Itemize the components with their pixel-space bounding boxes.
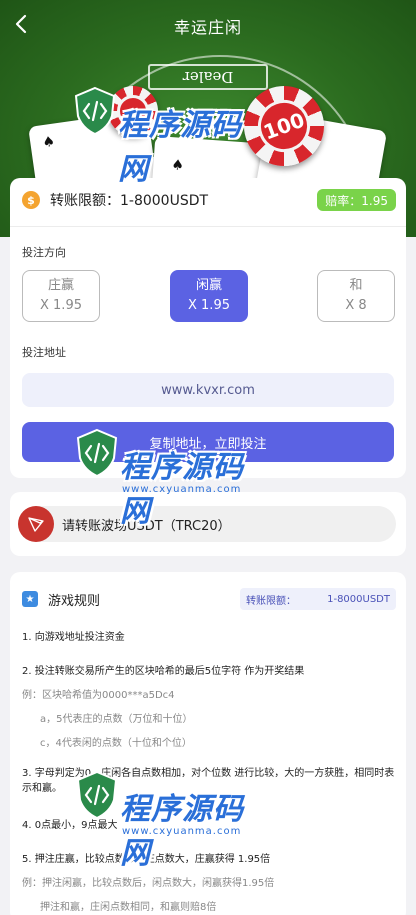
rule-line: 2. 投注转账交易所产生的区块哈希的最后5位字符 作为开奖结果 [22, 666, 305, 677]
rule-line: 4. 0点最小，9点最大 [22, 820, 118, 831]
bet-option-player[interactable]: 闲赢 X 1.95 [170, 270, 248, 322]
bet-option-odds: X 8 [345, 298, 367, 313]
rules-limit-value: 1-8000USDT [327, 593, 390, 605]
page-title: 幸运庄闲 [173, 18, 242, 37]
coin-icon: $ [22, 191, 40, 209]
bet-option-tie[interactable]: 和 X 8 [317, 270, 395, 322]
bet-direction-label: 投注方向 [22, 246, 66, 259]
rule-line: 1. 向游戏地址投注资金 [22, 632, 125, 643]
bet-option-odds: X 1.95 [40, 298, 82, 313]
divider [10, 226, 406, 227]
trc20-notice: 请转账波场USDT（TRC20） [18, 506, 396, 542]
bet-option-name: 和 [349, 278, 363, 293]
bet-option-banker[interactable]: 庄赢 X 1.95 [22, 270, 100, 322]
copy-address-button[interactable]: 复制地址，立即投注 [22, 422, 394, 462]
bet-address-label: 投注地址 [22, 346, 66, 359]
odds-badge: 赔率：1.95 [317, 189, 396, 211]
transfer-limit-row: $ 转账限额：1-8000USDT 赔率：1.95 [22, 188, 396, 212]
rule-line: c，4代表闲的点数（十位和个位） [40, 738, 192, 749]
rule-line: a，5代表庄的点数（万位和十位） [40, 714, 193, 725]
poker-chip-small [108, 86, 158, 136]
rule-line: 3. 字母判定为0，庄闲各自点数相加，对个位数 进行比较，大的一方获胜，相同时表… [22, 768, 395, 794]
rules-panel: ★ 游戏规则 转账限额： 1-8000USDT 1. 向游戏地址投注资金 2. … [10, 572, 406, 915]
transfer-limit-text: 转账限额：1-8000USDT [50, 193, 209, 209]
rule-line: 例：押注闲赢，比较点数后，闲点数大，闲赢获得1.95倍 [22, 878, 275, 889]
bet-panel: $ 转账限额：1-8000USDT 赔率：1.95 投注方向 庄赢 X 1.95… [10, 178, 406, 478]
rules-title: 游戏规则 [48, 593, 101, 609]
rules-header: ★ 游戏规则 转账限额： 1-8000USDT [22, 588, 396, 610]
poker-chip: 100 [244, 86, 324, 166]
bet-address-field[interactable]: www.kvxr.com [22, 373, 394, 407]
rule-line: 例：区块哈希值为0000***a5Dc4 [22, 690, 175, 701]
spade-icon: ♠ [170, 157, 185, 175]
top-bar: 幸运庄闲 [0, 0, 416, 52]
rules-icon: ★ [22, 591, 38, 607]
bet-option-name: 闲赢 [195, 278, 222, 293]
tron-icon [18, 506, 54, 542]
chip-value: 100 [250, 92, 318, 160]
rules-limit-badge: 转账限额： 1-8000USDT [240, 588, 396, 610]
bet-option-name: 庄赢 [47, 278, 74, 293]
dealer-label: Dealer [148, 64, 268, 90]
trc20-panel: 请转账波场USDT（TRC20） [10, 492, 406, 556]
back-arrow-icon[interactable] [10, 12, 34, 36]
spade-icon: ♠ [41, 133, 57, 152]
rules-limit-key: 转账限额： [246, 595, 296, 607]
trc20-text: 请转账波场USDT（TRC20） [62, 518, 231, 534]
rule-line: 押注和赢，庄闲点数相同，和赢则赔8倍 [40, 902, 217, 913]
rule-line: 5. 押注庄赢，比较点数后，庄点数大，庄赢获得 1.95倍 [22, 854, 271, 865]
bet-option-odds: X 1.95 [188, 298, 230, 313]
